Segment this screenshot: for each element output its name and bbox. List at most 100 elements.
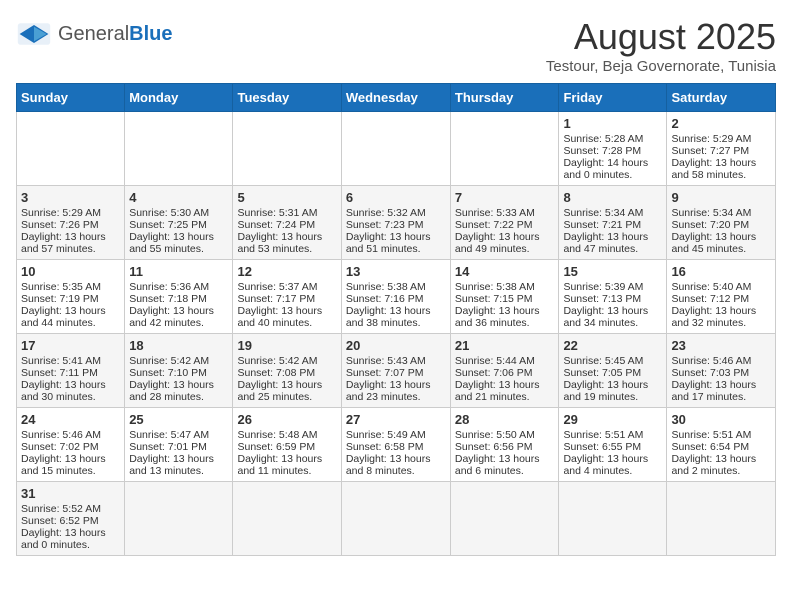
day-info: Sunrise: 5:42 AM — [237, 355, 336, 367]
day-number: 22 — [563, 338, 662, 353]
day-info: Daylight: 13 hours and 49 minutes. — [455, 231, 555, 255]
day-info: Sunrise: 5:43 AM — [346, 355, 446, 367]
day-info: Daylight: 14 hours and 0 minutes. — [563, 157, 662, 181]
day-number: 27 — [346, 412, 446, 427]
calendar-cell: 7Sunrise: 5:33 AMSunset: 7:22 PMDaylight… — [450, 186, 559, 260]
calendar-cell — [17, 112, 125, 186]
day-info: Sunrise: 5:41 AM — [21, 355, 120, 367]
day-info: Sunset: 6:54 PM — [671, 441, 771, 453]
day-info: Daylight: 13 hours and 40 minutes. — [237, 305, 336, 329]
calendar-cell — [559, 482, 667, 556]
day-info: Daylight: 13 hours and 19 minutes. — [563, 379, 662, 403]
day-info: Daylight: 13 hours and 42 minutes. — [129, 305, 228, 329]
day-number: 5 — [237, 190, 336, 205]
day-info: Sunrise: 5:50 AM — [455, 429, 555, 441]
calendar-cell: 9Sunrise: 5:34 AMSunset: 7:20 PMDaylight… — [667, 186, 776, 260]
day-info: Sunset: 7:01 PM — [129, 441, 228, 453]
day-info: Daylight: 13 hours and 8 minutes. — [346, 453, 446, 477]
day-info: Daylight: 13 hours and 58 minutes. — [671, 157, 771, 181]
day-info: Daylight: 13 hours and 23 minutes. — [346, 379, 446, 403]
day-info: Sunset: 7:20 PM — [671, 219, 771, 231]
calendar-cell — [667, 482, 776, 556]
day-info: Sunrise: 5:42 AM — [129, 355, 228, 367]
day-number: 1 — [563, 116, 662, 131]
day-info: Sunrise: 5:35 AM — [21, 281, 120, 293]
day-info: Sunrise: 5:40 AM — [671, 281, 771, 293]
day-info: Sunset: 6:55 PM — [563, 441, 662, 453]
day-info: Sunrise: 5:32 AM — [346, 207, 446, 219]
day-info: Sunrise: 5:36 AM — [129, 281, 228, 293]
day-info: Sunset: 7:28 PM — [563, 145, 662, 157]
day-info: Sunrise: 5:51 AM — [563, 429, 662, 441]
day-info: Sunset: 7:07 PM — [346, 367, 446, 379]
calendar-cell — [341, 482, 450, 556]
day-info: Sunset: 7:16 PM — [346, 293, 446, 305]
calendar-cell: 25Sunrise: 5:47 AMSunset: 7:01 PMDayligh… — [125, 408, 233, 482]
day-number: 8 — [563, 190, 662, 205]
day-info: Sunrise: 5:38 AM — [455, 281, 555, 293]
calendar-week-row: 3Sunrise: 5:29 AMSunset: 7:26 PMDaylight… — [17, 186, 776, 260]
day-info: Sunrise: 5:48 AM — [237, 429, 336, 441]
day-info: Sunset: 7:25 PM — [129, 219, 228, 231]
calendar-cell: 19Sunrise: 5:42 AMSunset: 7:08 PMDayligh… — [233, 334, 341, 408]
day-number: 2 — [671, 116, 771, 131]
day-info: Sunset: 6:59 PM — [237, 441, 336, 453]
calendar-cell: 20 Sunrise: 5:43 AMSunset: 7:07 PMDayligh… — [341, 334, 450, 408]
day-info: Sunrise: 5:44 AM — [455, 355, 555, 367]
day-info: Sunset: 7:21 PM — [563, 219, 662, 231]
day-info: Daylight: 13 hours and 32 minutes. — [671, 305, 771, 329]
calendar-cell: 18Sunrise: 5:42 AMSunset: 7:10 PMDayligh… — [125, 334, 233, 408]
calendar-week-row: 17Sunrise: 5:41 AMSunset: 7:11 PMDayligh… — [17, 334, 776, 408]
day-number: 16 — [671, 264, 771, 279]
day-info: Sunset: 6:58 PM — [346, 441, 446, 453]
logo: GeneralBlue — [16, 16, 173, 52]
day-info: Sunset: 7:17 PM — [237, 293, 336, 305]
day-info: Sunset: 7:13 PM — [563, 293, 662, 305]
calendar-cell: 12Sunrise: 5:37 AMSunset: 7:17 PMDayligh… — [233, 260, 341, 334]
logo-icon — [16, 16, 52, 52]
day-info: Sunset: 7:12 PM — [671, 293, 771, 305]
day-info: Daylight: 13 hours and 45 minutes. — [671, 231, 771, 255]
day-info: Sunrise: 5:29 AM — [671, 133, 771, 145]
day-info: Sunrise: 5:39 AM — [563, 281, 662, 293]
day-info: Sunrise: 5:51 AM — [671, 429, 771, 441]
day-info: Sunset: 7:10 PM — [129, 367, 228, 379]
calendar-cell: 4Sunrise: 5:30 AMSunset: 7:25 PMDaylight… — [125, 186, 233, 260]
weekday-header-wednesday: Wednesday — [341, 84, 450, 112]
calendar-cell: 5Sunrise: 5:31 AMSunset: 7:24 PMDaylight… — [233, 186, 341, 260]
day-info: Sunrise: 5:52 AM — [21, 503, 120, 515]
day-info: Daylight: 13 hours and 47 minutes. — [563, 231, 662, 255]
calendar-week-row: 31Sunrise: 5:52 AMSunset: 6:52 PMDayligh… — [17, 482, 776, 556]
calendar-cell: 23Sunrise: 5:46 AMSunset: 7:03 PMDayligh… — [667, 334, 776, 408]
day-number: 25 — [129, 412, 228, 427]
location-title: Testour, Beja Governorate, Tunisia — [546, 58, 776, 75]
day-number: 26 — [237, 412, 336, 427]
day-info: Daylight: 13 hours and 51 minutes. — [346, 231, 446, 255]
calendar-cell: 27 Sunrise: 5:49 AMSunset: 6:58 PMDayligh… — [341, 408, 450, 482]
calendar-cell: 29Sunrise: 5:51 AMSunset: 6:55 PMDayligh… — [559, 408, 667, 482]
calendar-cell — [233, 482, 341, 556]
weekday-header-thursday: Thursday — [450, 84, 559, 112]
calendar-cell: 17Sunrise: 5:41 AMSunset: 7:11 PMDayligh… — [17, 334, 125, 408]
day-number: 6 — [346, 190, 446, 205]
title-section: August 2025 Testour, Beja Governorate, T… — [546, 16, 776, 75]
calendar-cell — [125, 482, 233, 556]
day-info: Sunrise: 5:29 AM — [21, 207, 120, 219]
day-info: Daylight: 13 hours and 2 minutes. — [671, 453, 771, 477]
day-number: 20 — [346, 338, 446, 353]
day-info: Daylight: 13 hours and 38 minutes. — [346, 305, 446, 329]
day-info: Sunset: 7:15 PM — [455, 293, 555, 305]
calendar-cell: 22Sunrise: 5:45 AMSunset: 7:05 PMDayligh… — [559, 334, 667, 408]
calendar-cell: 28Sunrise: 5:50 AMSunset: 6:56 PMDayligh… — [450, 408, 559, 482]
day-info: Sunset: 7:23 PM — [346, 219, 446, 231]
day-info: Sunset: 7:03 PM — [671, 367, 771, 379]
calendar-cell: 10Sunrise: 5:35 AMSunset: 7:19 PMDayligh… — [17, 260, 125, 334]
day-number: 17 — [21, 338, 120, 353]
day-number: 28 — [455, 412, 555, 427]
calendar-cell: 1Sunrise: 5:28 AMSunset: 7:28 PMDaylight… — [559, 112, 667, 186]
day-info: Sunset: 7:02 PM — [21, 441, 120, 453]
day-info: Sunrise: 5:49 AM — [346, 429, 446, 441]
day-number: 31 — [21, 486, 120, 501]
day-info: Sunset: 6:52 PM — [21, 515, 120, 527]
day-info: Daylight: 13 hours and 15 minutes. — [21, 453, 120, 477]
